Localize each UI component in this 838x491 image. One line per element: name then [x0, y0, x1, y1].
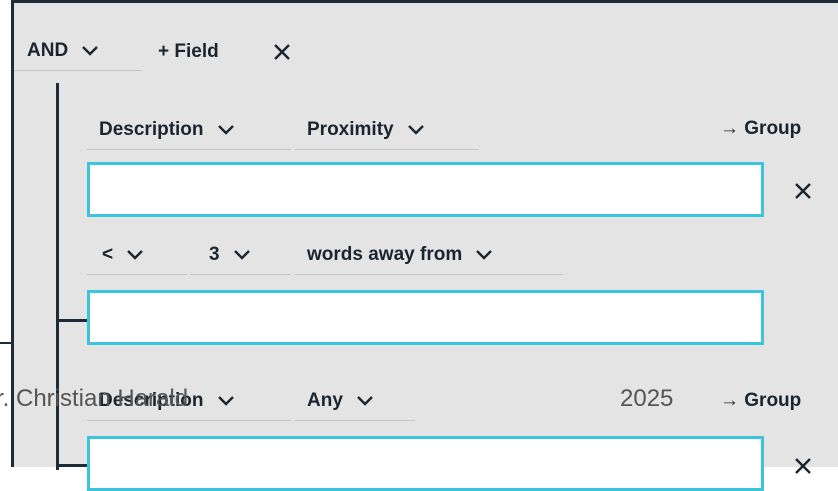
- comparator-label: <: [102, 243, 114, 265]
- group-button[interactable]: → Group: [720, 390, 801, 412]
- close-icon[interactable]: [794, 457, 812, 475]
- chevron-down-icon: [476, 249, 493, 260]
- close-icon[interactable]: [794, 182, 812, 200]
- search-term-input[interactable]: [87, 436, 764, 491]
- chevron-down-icon: [233, 249, 250, 260]
- mode-select-label: Proximity: [307, 118, 394, 140]
- watermark-year: 2025: [620, 385, 674, 412]
- tree-branch-1: [56, 319, 87, 322]
- relation-label: words away from: [307, 243, 463, 265]
- mode-select[interactable]: Any: [295, 381, 415, 421]
- chevron-down-icon: [407, 124, 424, 135]
- mode-select-label: Any: [307, 389, 343, 411]
- add-field-button[interactable]: + Field: [158, 41, 219, 63]
- chevron-down-icon: [217, 395, 234, 406]
- proximity-term-input[interactable]: [87, 290, 764, 345]
- search-term-input[interactable]: [87, 162, 764, 217]
- relation-select[interactable]: words away from: [295, 235, 563, 275]
- watermark-author: r. Christian Harald: [0, 385, 189, 412]
- field-select[interactable]: Description: [87, 110, 291, 150]
- operator-select[interactable]: AND: [14, 31, 141, 71]
- mode-select[interactable]: Proximity: [295, 110, 479, 150]
- group-button[interactable]: → Group: [720, 118, 801, 140]
- chevron-down-icon: [82, 45, 99, 56]
- operator-label: AND: [27, 39, 69, 61]
- comparator-select[interactable]: <: [87, 235, 187, 275]
- distance-label: 3: [209, 243, 220, 265]
- field-select-label: Description: [99, 118, 204, 140]
- distance-select[interactable]: 3: [190, 235, 290, 275]
- outer-connector: [0, 342, 11, 344]
- chevron-down-icon: [357, 395, 373, 406]
- close-icon[interactable]: [273, 43, 291, 61]
- chevron-down-icon: [217, 124, 234, 135]
- chevron-down-icon: [127, 249, 143, 260]
